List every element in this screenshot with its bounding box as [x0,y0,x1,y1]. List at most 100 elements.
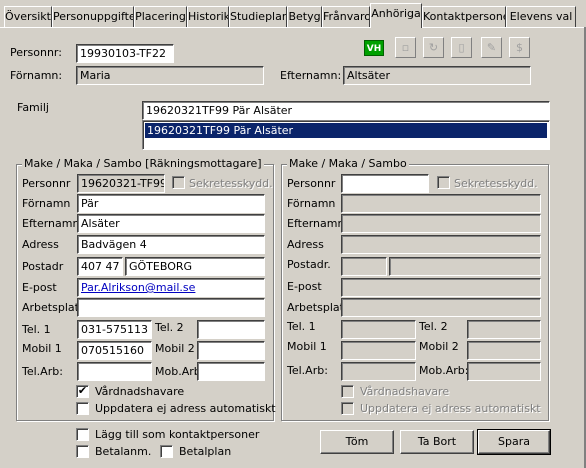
tab-historik[interactable]: Historik [187,6,229,27]
tab-kontaktpersoner[interactable]: Kontaktpersoner [422,6,506,27]
right-epost-field [341,278,541,297]
right-personnr-label: Personnr [287,177,336,190]
left-sekretess-label: Sekretesskydd. [189,177,273,190]
right-sekretess-label: Sekretesskydd. [454,177,538,190]
tab-studieplan[interactable]: Studieplan [229,6,287,27]
right-vardnad-checkbox[interactable] [341,385,354,398]
betalplan-checkbox[interactable] [160,445,173,458]
tab-divider [0,27,586,28]
left-mobarb-field[interactable] [197,362,265,381]
left-adress-field[interactable]: Badvägen 4 [77,235,265,254]
left-personnr-label: Personnr [22,177,71,190]
tab-placering[interactable]: Placering [134,6,187,27]
student-efternamn-field: Altsäter [343,66,531,85]
right-tel1-field [341,320,416,339]
betalanm-checkbox[interactable] [76,445,89,458]
kontakt-label: Lägg till som kontaktpersoner [95,428,260,441]
left-fornamn-field[interactable]: Pär [77,194,265,213]
familj-list[interactable]: 19620321TF99 Pär Alsäter [142,120,550,150]
student-personnr-field[interactable]: 19930103-TF22 [76,44,174,63]
right-uppdatera-label: Uppdatera ej adress automatiskt [360,402,541,415]
blank-page-icon[interactable]: ▫ [395,37,416,58]
student-personnr-label: Personnr: [10,46,62,59]
left-postadr-label: Postadr [22,260,64,273]
refresh-icon[interactable]: ↻ [423,37,444,58]
student-fornamn-field: Maria [76,66,264,85]
right-adress-label: Adress [287,238,324,251]
tab-elevens-val[interactable]: Elevens val [506,6,576,27]
left-arbetsplats-label: Arbetsplats [22,301,85,314]
left-mobil2-label: Mobil 2 [155,342,195,355]
left-tel1-label: Tel. 1 [22,323,51,336]
right-ort-field [389,257,541,276]
right-postadr-label: Postadr. [287,258,331,271]
right-tel1-label: Tel. 1 [287,320,316,333]
left-group-title: Make / Maka / Sambo [Räkningsmottagare] [22,157,264,170]
right-tel2-label: Tel. 2 [419,320,448,333]
left-uppdatera-label: Uppdatera ej adress automatiskt [95,402,276,415]
spara-button[interactable]: Spara [477,429,551,455]
left-epost-label: E-post [22,281,57,294]
vh-icon[interactable]: VH [364,40,384,56]
tom-button[interactable]: Töm [320,430,394,454]
right-adress-field [341,235,541,254]
tab-franvaro[interactable]: Frånvaro [322,6,370,27]
right-arbetsplats-field [341,298,541,317]
right-fornamn-field [341,194,541,213]
left-mobil2-field[interactable] [197,341,265,360]
left-tel2-label: Tel. 2 [155,321,184,334]
right-postnr-field [341,257,387,276]
left-efternamn-label: Efternamn [22,217,80,230]
left-tel2-field[interactable] [197,320,265,339]
kontakt-checkbox[interactable] [76,428,89,441]
left-telarb-field[interactable] [77,362,152,381]
tab-anhoriga[interactable]: Anhöriga [370,3,422,28]
right-efternamn-field [341,214,541,233]
right-telarb-field [341,362,416,381]
ta-bort-button[interactable]: Ta Bort [400,430,474,454]
left-sekretess-checkbox[interactable] [172,176,185,189]
left-tel1-field[interactable]: 031-575113 [77,320,152,339]
left-mobil1-label: Mobil 1 [22,342,62,355]
betalplan-label: Betalplan [179,445,232,458]
right-efternamn-label: Efternamn [287,217,345,230]
right-group-title: Make / Maka / Sambo [287,157,409,170]
edit-icon[interactable]: ✎ [481,37,502,58]
left-telarb-label: Tel.Arb: [22,365,63,378]
list-item[interactable]: 19620321TF99 Pär Alsäter [145,123,547,138]
betalanm-label: Betalanm. [95,445,152,458]
right-tel2-field [467,320,541,339]
right-uppdatera-checkbox[interactable] [341,402,354,415]
left-ort-field[interactable]: GÖTEBORG [125,257,265,276]
right-personnr-field[interactable] [341,174,429,193]
left-fornamn-label: Förnamn [22,197,71,210]
left-vardnad-checkbox[interactable]: ✔ [76,385,89,398]
right-telarb-label: Tel.Arb: [287,364,328,377]
right-vardnad-label: Vårdnadshavare [360,385,450,398]
tab-betyg[interactable]: Betyg [287,6,322,27]
student-fornamn-label: Förnamn: [10,69,63,82]
left-uppdatera-checkbox[interactable] [76,402,89,415]
right-mobil1-field [341,341,416,360]
right-mobil1-label: Mobil 1 [287,340,327,353]
left-vardnad-label: Vårdnadshavare [95,385,185,398]
note-icon[interactable]: ▯ [451,37,472,58]
left-adress-label: Adress [22,238,59,251]
left-personnr-field: 19620321-TF99 [77,174,165,193]
right-sekretess-checkbox[interactable] [437,176,450,189]
familj-label: Familj [17,101,49,114]
student-efternamn-label: Efternamn: [280,69,342,82]
left-mobil1-field[interactable]: 070515160 [77,341,152,360]
right-mobarb-field [467,362,541,381]
tab-personuppgifter[interactable]: Personuppgifter [52,6,134,27]
right-fornamn-label: Förnamn [287,197,336,210]
right-epost-label: E-post [287,280,322,293]
tab-oversikt[interactable]: Översikt [4,6,52,27]
familj-select[interactable]: 19620321TF99 Pär Alsäter [142,101,550,120]
money-icon[interactable]: $ [509,37,530,58]
left-epost-field[interactable]: Par.Alrikson@mail.se [77,278,265,297]
left-postnr-field[interactable]: 407 47 [77,257,123,276]
left-arbetsplats-field[interactable] [77,298,265,317]
right-mobil2-field [467,341,541,360]
left-efternamn-field[interactable]: Alsäter [77,214,265,233]
